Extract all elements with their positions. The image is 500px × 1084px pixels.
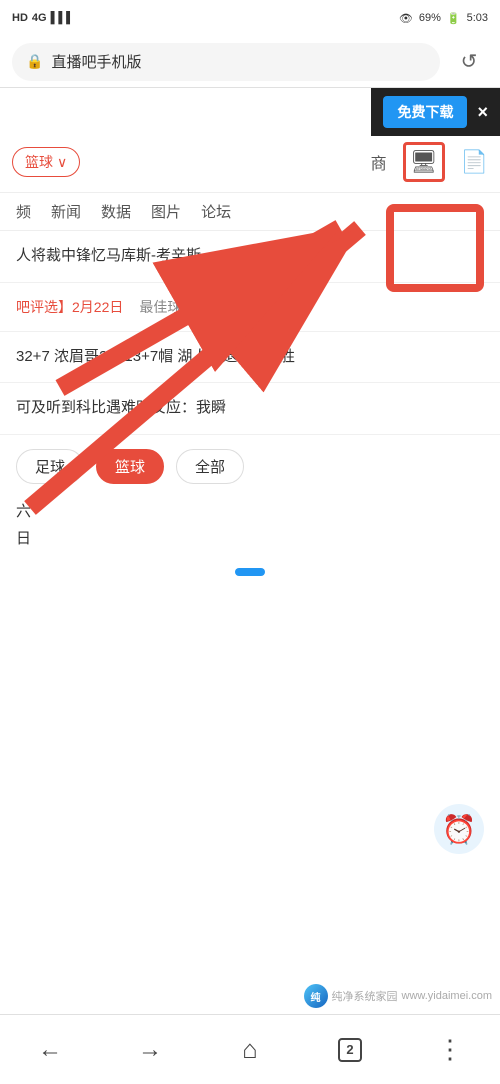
refresh-button[interactable]: ↺	[450, 43, 488, 81]
lock-icon: 🔒	[26, 53, 43, 70]
loading-dot	[235, 568, 265, 576]
time-display: 5:03	[467, 12, 488, 24]
battery-text: 69%	[419, 12, 441, 24]
ad-close-button[interactable]: ×	[477, 102, 488, 123]
nav-tabs-row: 篮球 ∨ 商 🖥 📄	[0, 132, 500, 193]
alarm-icon[interactable]: ⏰	[434, 804, 484, 854]
sub-nav-news[interactable]: 新闻	[51, 201, 81, 222]
news-text: 可及听到科比遇难时反应：我瞬	[16, 399, 226, 416]
menu-icon: ⋮	[437, 1034, 463, 1065]
menu-button[interactable]: ⋮	[420, 1025, 480, 1075]
list-item[interactable]: 人将裁中锋忆马库斯-考辛斯	[0, 231, 500, 283]
news-badge: 最佳球员	[139, 297, 195, 317]
forward-icon: →	[138, 1036, 162, 1064]
home-button[interactable]: ⌂	[220, 1025, 280, 1075]
list-item[interactable]: 32+7 浓眉哥28+13+7帽 湖人击退 来4连胜	[0, 332, 500, 384]
web-content: 免费下载 × 篮球 ∨ 商 🖥 📄 频 新闻 数据 图片 论坛 人将裁中锋忆马库…	[0, 88, 500, 1014]
nav-right-icons: 商 🖥 📄	[371, 142, 488, 182]
filter-tabs: 足球 篮球 全部	[0, 435, 500, 494]
monitor-icon-box[interactable]: 🖥	[403, 142, 445, 182]
sub-nav-image[interactable]: 图片	[151, 201, 181, 222]
sub-nav-data[interactable]: 数据	[101, 201, 131, 222]
news-list: 人将裁中锋忆马库斯-考辛斯 吧评选】2月22日 最佳球员 32+7 浓眉哥28+…	[0, 231, 500, 435]
watermark-url: www.yidaimei.com	[402, 990, 492, 1002]
day-label-sun: 日	[16, 525, 484, 552]
sub-nav-forum[interactable]: 论坛	[201, 201, 231, 222]
filter-tab-soccer[interactable]: 足球	[16, 449, 84, 484]
news-date: 吧评选】2月22日	[16, 297, 123, 317]
monitor-icon[interactable]: 🖥	[410, 149, 438, 174]
category-dropdown[interactable]: 篮球 ∨	[12, 147, 80, 177]
filter-tab-all[interactable]: 全部	[176, 449, 244, 484]
url-input[interactable]: 🔒 直播吧手机版	[12, 43, 440, 81]
day-label-six: 六	[16, 498, 484, 525]
ad-banner: 免费下载 ×	[371, 88, 500, 136]
watermark-logo: 纯	[304, 984, 328, 1008]
eye-icon: 👁	[399, 12, 413, 25]
forward-button[interactable]: →	[120, 1025, 180, 1075]
battery-icon: 🔋	[447, 12, 461, 25]
news-text: 32+7 浓眉哥28+13+7帽 湖人击退 来4连胜	[16, 348, 295, 365]
watermark-text: 纯净系统家园	[332, 988, 398, 1004]
sub-nav: 频 新闻 数据 图片 论坛	[0, 193, 500, 231]
list-item[interactable]: 可及听到科比遇难时反应：我瞬	[0, 383, 500, 435]
network-badge: 4G	[32, 12, 47, 24]
category-label: 篮球	[25, 152, 53, 172]
document-icon[interactable]: 📄	[461, 149, 488, 175]
tab-count-badge: 2	[338, 1038, 362, 1062]
bottom-nav: ← → ⌂ 2 ⋮	[0, 1014, 500, 1084]
url-text: 直播吧手机版	[51, 51, 141, 72]
back-icon: ←	[38, 1036, 62, 1064]
news-text: 人将裁中锋忆马库斯-考辛斯	[16, 247, 201, 264]
hd-badge: HD	[12, 12, 28, 24]
list-item[interactable]: 吧评选】2月22日 最佳球员	[0, 283, 500, 332]
watermark: 纯 纯净系统家园 www.yidaimei.com	[296, 980, 500, 1012]
status-right: 👁 69% 🔋 5:03	[399, 12, 488, 25]
back-button[interactable]: ←	[20, 1025, 80, 1075]
dropdown-arrow: ∨	[57, 154, 67, 171]
day-labels: 六 日	[0, 494, 500, 556]
status-bar: HD 4G ▌▌▌ 👁 69% 🔋 5:03	[0, 0, 500, 36]
tabs-button[interactable]: 2	[320, 1025, 380, 1075]
home-icon: ⌂	[242, 1034, 258, 1065]
filter-tab-basketball[interactable]: 篮球	[96, 449, 164, 484]
address-bar: 🔒 直播吧手机版 ↺	[0, 36, 500, 88]
shop-icon[interactable]: 商	[371, 150, 387, 174]
loading-indicator	[0, 556, 500, 588]
sub-nav-video[interactable]: 频	[16, 201, 31, 222]
download-button[interactable]: 免费下载	[383, 96, 467, 128]
signal-icon: ▌▌▌	[51, 12, 74, 24]
status-left: HD 4G ▌▌▌	[12, 12, 74, 24]
